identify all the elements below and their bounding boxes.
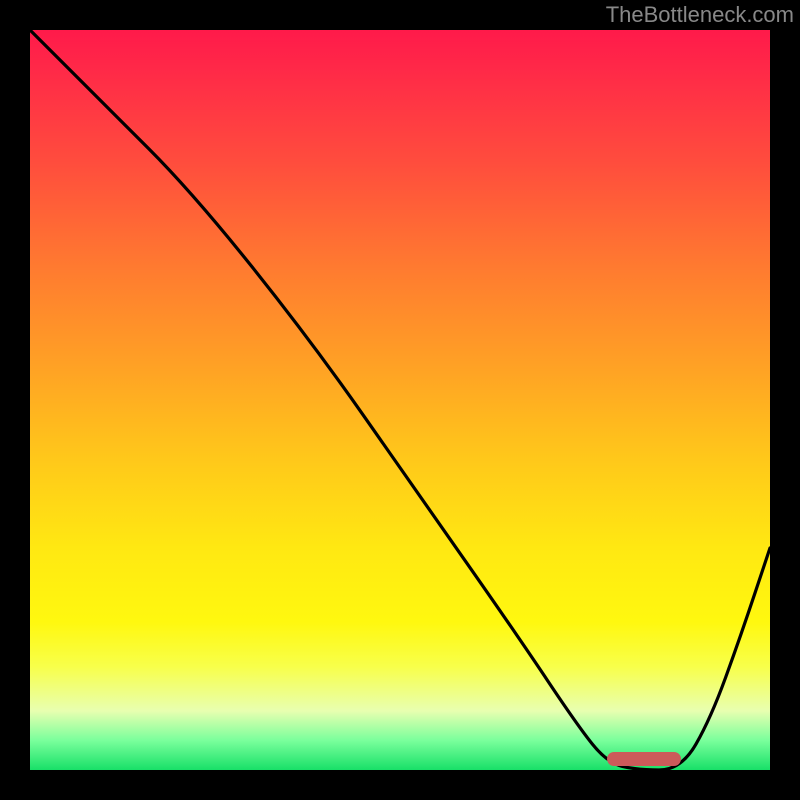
- watermark-text: TheBottleneck.com: [606, 2, 794, 28]
- optimal-range-marker: [607, 752, 681, 766]
- bottleneck-curve: [30, 30, 770, 770]
- chart-plot-area: [30, 30, 770, 770]
